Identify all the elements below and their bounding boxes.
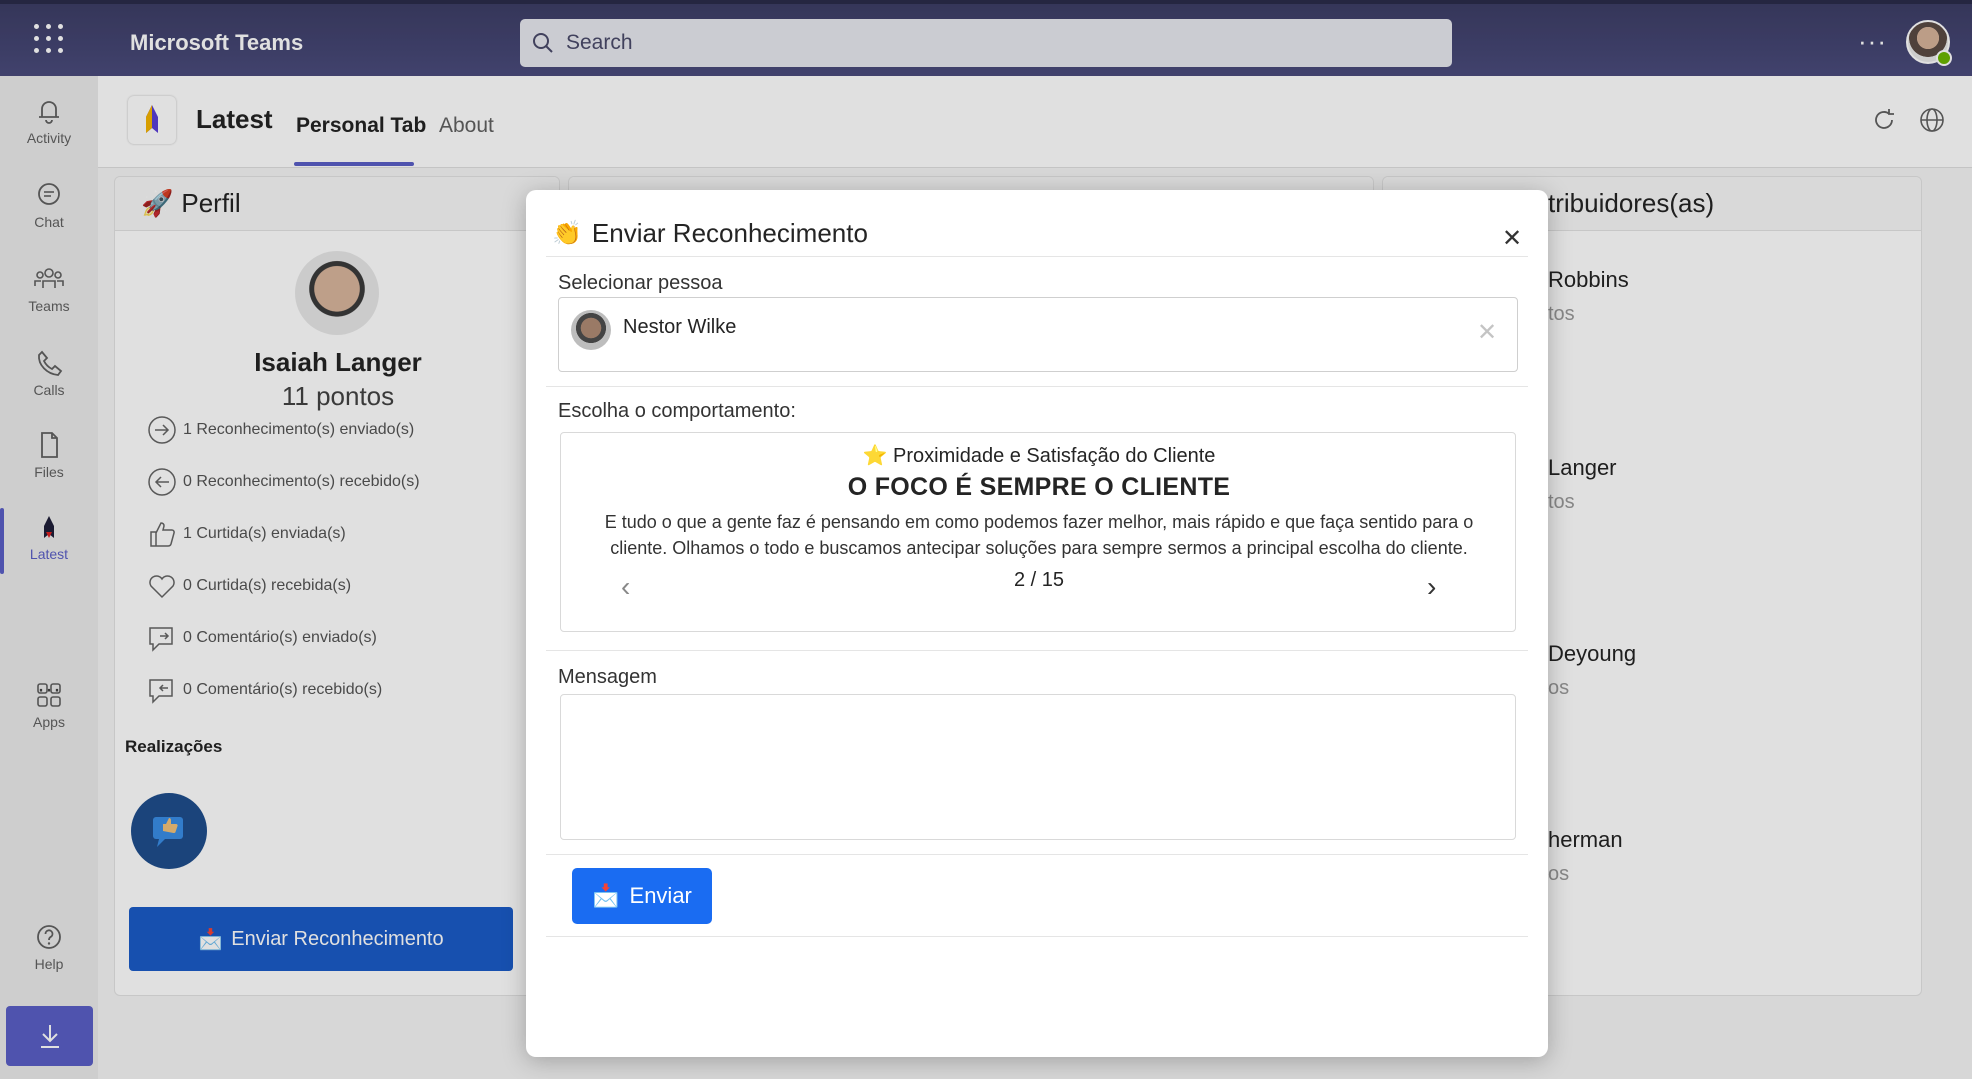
send-button-label: Enviar	[629, 883, 692, 908]
divider	[546, 854, 1528, 855]
message-textarea[interactable]	[560, 694, 1516, 840]
modal-title-text: Enviar Reconhecimento	[591, 218, 868, 248]
envelope-icon: 📩	[592, 883, 620, 908]
selected-person-avatar	[571, 310, 611, 350]
person-picker[interactable]: Nestor Wilke ✕	[558, 297, 1518, 372]
divider	[546, 256, 1528, 257]
chevron-right-icon[interactable]: ›	[1427, 571, 1436, 603]
selected-person-name: Nestor Wilke	[623, 316, 737, 338]
divider	[546, 386, 1528, 387]
behavior-label: Escolha o comportamento:	[558, 400, 796, 422]
carousel-page-indicator: 2 / 15	[1013, 569, 1065, 591]
behavior-category: ⭐ Proximidade e Satisfação do Cliente	[561, 443, 1517, 468]
star-icon: ⭐	[862, 445, 888, 467]
clear-selection-icon[interactable]: ✕	[1477, 318, 1497, 347]
behavior-category-text: Proximidade e Satisfação do Cliente	[893, 445, 1216, 467]
close-icon[interactable]: ✕	[1502, 224, 1522, 253]
behavior-carousel: ⭐ Proximidade e Satisfação do Cliente O …	[560, 432, 1516, 632]
send-recognition-modal: 👏 Enviar Reconhecimento ✕ Selecionar pes…	[526, 190, 1548, 1057]
modal-title: 👏 Enviar Reconhecimento	[552, 218, 868, 249]
divider	[546, 936, 1528, 937]
behavior-description: E tudo o que a gente faz é pensando em c…	[604, 512, 1474, 558]
send-button[interactable]: 📩 Enviar	[572, 868, 712, 924]
behavior-title: O FOCO É SEMPRE O CLIENTE	[847, 473, 1231, 501]
message-label: Mensagem	[558, 666, 657, 688]
select-person-label: Selecionar pessoa	[558, 272, 723, 294]
clapping-hands-icon: 👏	[552, 220, 582, 247]
divider	[546, 650, 1528, 651]
